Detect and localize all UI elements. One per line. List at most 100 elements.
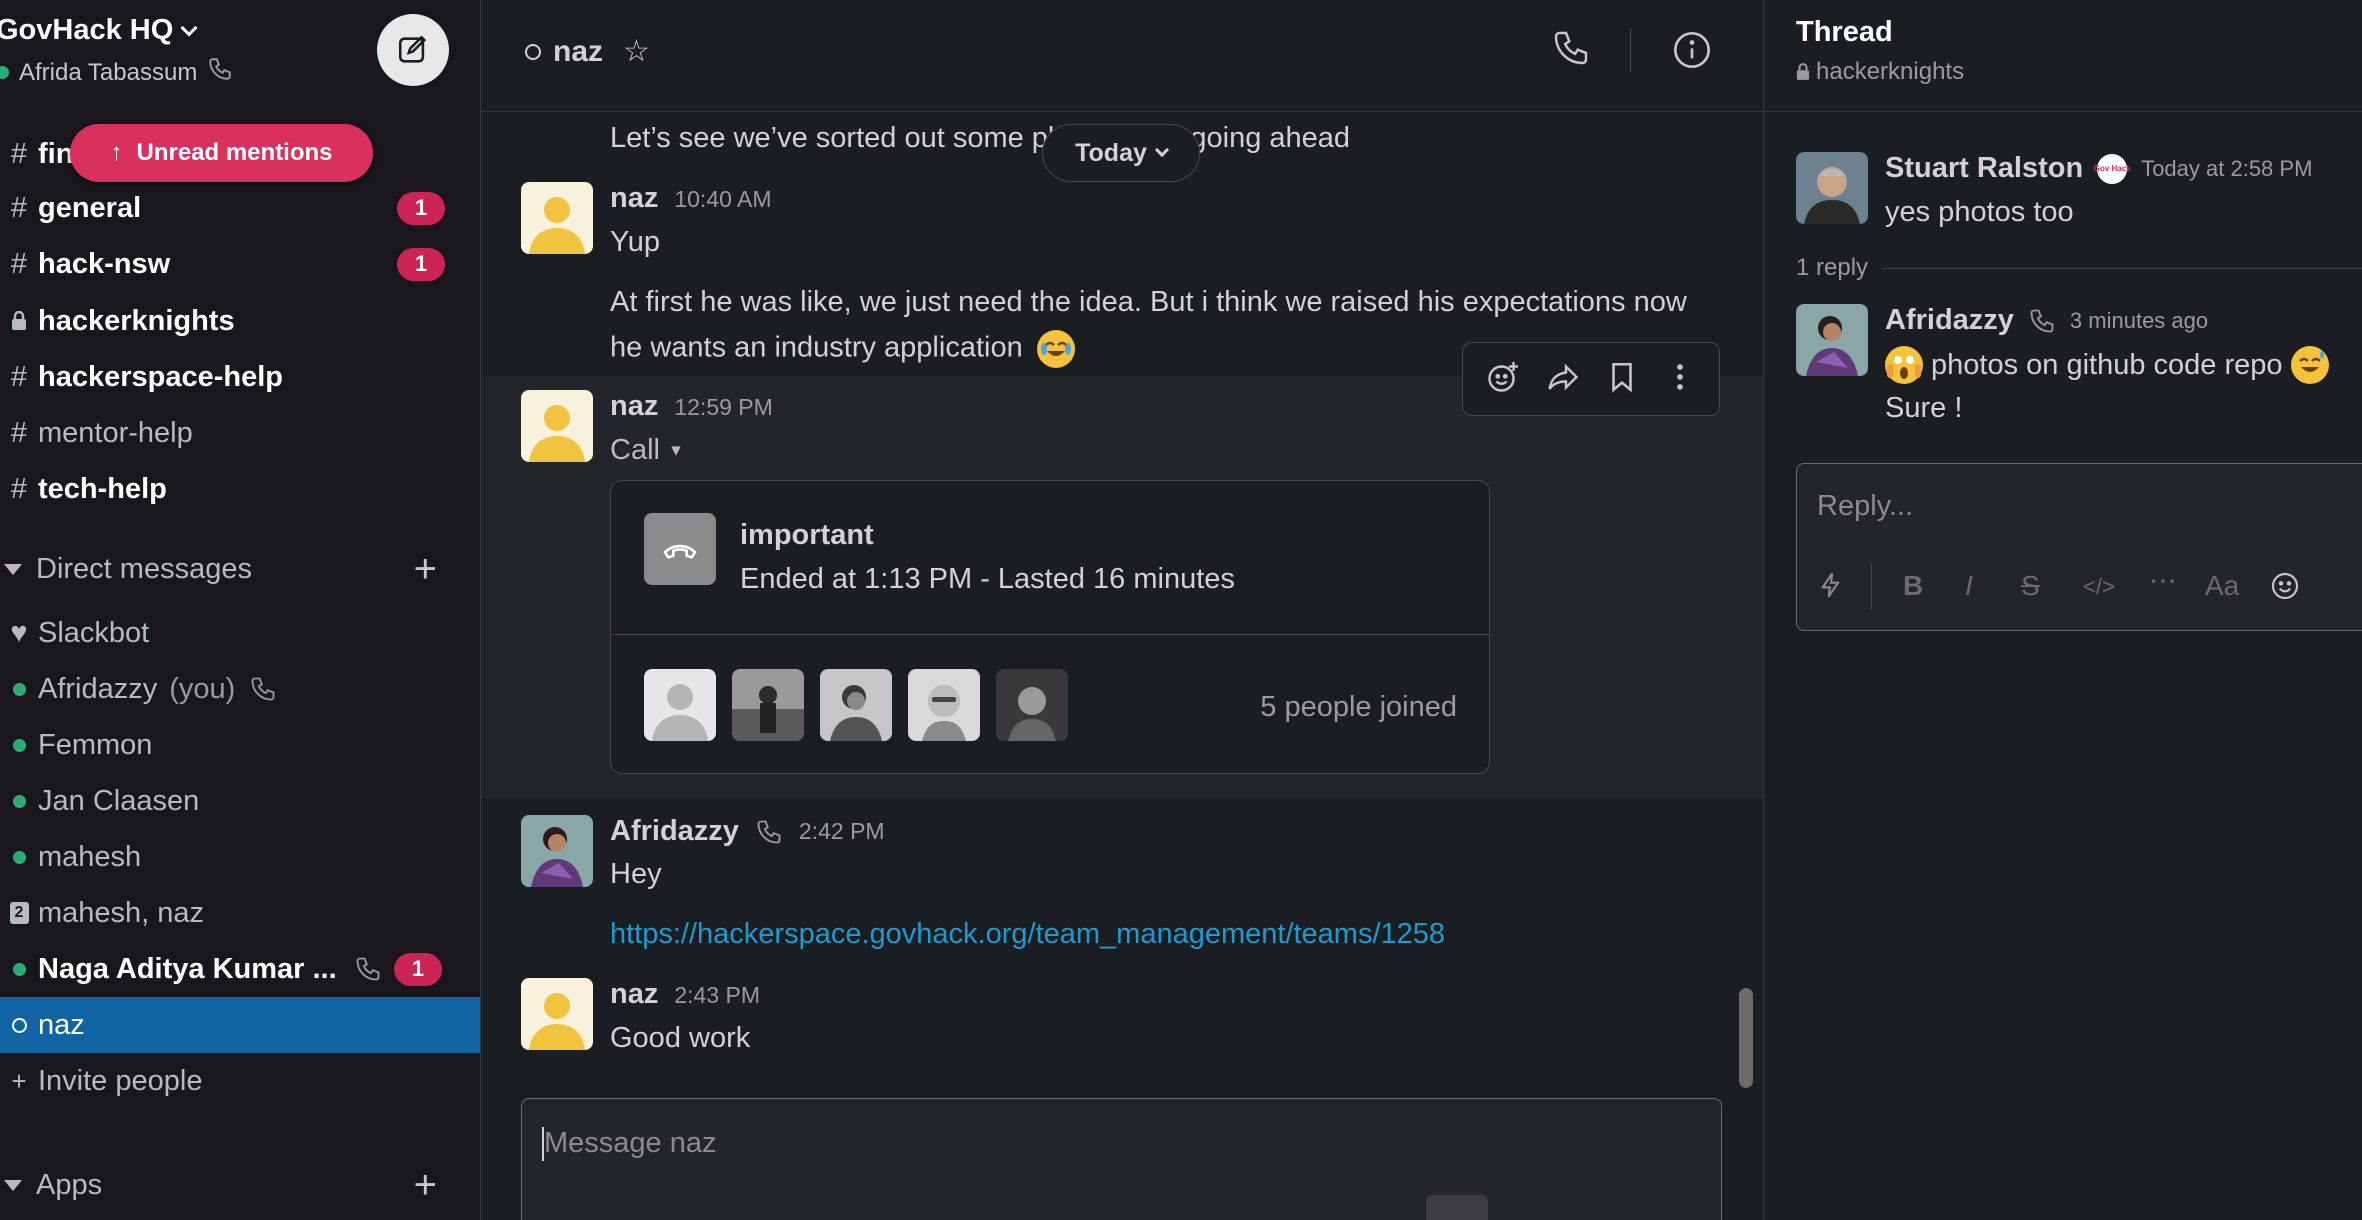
message-text: Hey: [610, 858, 662, 890]
add-reaction-icon[interactable]: [1485, 359, 1521, 400]
direct-messages-header[interactable]: Direct messages +: [0, 541, 480, 597]
sidebar-item-mahesh[interactable]: mahesh: [0, 829, 480, 885]
message-text-line: he wants an industry application: [610, 331, 1023, 364]
workspace-name[interactable]: GovHack HQ: [0, 14, 198, 47]
emoji-icon[interactable]: [2269, 570, 2301, 609]
share-icon[interactable]: [1545, 359, 1581, 400]
sidebar-item-hackerknights[interactable]: hackerknights: [0, 293, 480, 349]
message-header: Stuart Ralston Gov Hack Today at 2:58 PM: [1885, 152, 2312, 185]
formatting-icon[interactable]: ⋯: [2149, 564, 2177, 597]
sidebar-item-general[interactable]: # general 1: [0, 180, 480, 236]
message-author[interactable]: Afridazzy: [1885, 304, 2014, 337]
message-timestamp[interactable]: Today at 2:58 PM: [2141, 156, 2312, 182]
reply-composer[interactable]: Reply... B I S </> ⋯ Aa: [1796, 463, 2362, 631]
lock-icon: [1796, 63, 1810, 80]
unread-badge: 1: [394, 952, 442, 986]
presence-away-dot: [525, 43, 541, 60]
plus-icon[interactable]: +: [414, 1163, 437, 1208]
participant-avatar[interactable]: [908, 669, 980, 741]
call-dropdown[interactable]: Call ▼: [610, 434, 684, 467]
sidebar-item-hackerspace-help[interactable]: # hackerspace-help: [0, 349, 480, 405]
group-count-icon: 2: [0, 902, 38, 924]
more-icon[interactable]: [1663, 360, 1697, 399]
toolbar-divider: [1871, 564, 1872, 610]
participant-avatar[interactable]: [996, 669, 1068, 741]
avatar[interactable]: [521, 978, 593, 1050]
sidebar-item-jan-claasen[interactable]: Jan Claasen: [0, 773, 480, 829]
phone-icon: [2028, 307, 2056, 335]
details-button[interactable]: [1672, 30, 1712, 75]
sidebar-item-mentor-help[interactable]: # mentor-help: [0, 405, 480, 461]
message-input-placeholder: Message naz: [544, 1127, 717, 1159]
avatar[interactable]: [521, 815, 593, 887]
message-composer[interactable]: Message naz: [521, 1098, 1722, 1220]
send-button[interactable]: [1426, 1195, 1488, 1220]
sidebar-item-tech-help[interactable]: # tech-help: [0, 461, 480, 517]
shortcuts-icon[interactable]: [1817, 570, 1845, 607]
message-author[interactable]: Afridazzy: [610, 815, 739, 848]
invite-people-button[interactable]: + Invite people: [0, 1053, 480, 1109]
message-author[interactable]: naz: [610, 978, 658, 1011]
lock-icon: [0, 311, 38, 331]
formatting-toolbar: B I S </> ⋯ Aa: [1797, 564, 2362, 614]
date-divider-label: Today: [1075, 138, 1147, 167]
strike-icon[interactable]: S: [2021, 570, 2040, 602]
phone-icon: [207, 56, 233, 89]
message-header: naz 12:59 PM: [610, 390, 773, 423]
message-text: yes photos too: [1885, 196, 2074, 228]
message-timestamp[interactable]: 10:40 AM: [674, 186, 771, 213]
phone-icon: [249, 675, 277, 703]
text-style-icon[interactable]: Aa: [2205, 570, 2239, 602]
avatar[interactable]: [1796, 304, 1868, 376]
code-icon[interactable]: </>: [2083, 574, 2115, 600]
current-user[interactable]: Afrida Tabassum: [0, 56, 233, 89]
bookmark-icon[interactable]: [1605, 360, 1639, 399]
message-text: At first he was like, we just need the i…: [610, 286, 1687, 318]
apps-header[interactable]: Apps +: [0, 1157, 480, 1213]
participants-count[interactable]: 5 people joined: [1260, 691, 1457, 724]
caret-down-icon: ▼: [668, 442, 684, 460]
scrollbar-thumb[interactable]: [1739, 988, 1753, 1088]
govhack-badge-icon: Gov Hack: [2094, 153, 2131, 184]
compose-button[interactable]: [377, 14, 449, 86]
avatar[interactable]: [521, 182, 593, 254]
message-author[interactable]: naz: [610, 390, 658, 423]
avatar[interactable]: [1796, 152, 1868, 224]
sidebar-item-naz[interactable]: naz: [0, 997, 480, 1053]
message-text-line: photos on github code repo: [1931, 348, 2283, 381]
message-timestamp[interactable]: 3 minutes ago: [2070, 308, 2208, 334]
participant-avatar[interactable]: [820, 669, 892, 741]
presence-dot: [0, 66, 9, 79]
star-icon[interactable]: ☆: [623, 34, 650, 69]
message-author[interactable]: naz: [610, 182, 658, 215]
message-link[interactable]: https://hackerspace.govhack.org/team_man…: [610, 918, 1445, 951]
sidebar-item-slackbot[interactable]: ♥ Slackbot: [0, 605, 480, 661]
participant-avatar[interactable]: [644, 669, 716, 741]
conversation-title[interactable]: naz ☆: [525, 34, 650, 69]
plus-icon[interactable]: +: [414, 547, 437, 592]
message-timestamp[interactable]: 2:42 PM: [799, 818, 885, 845]
message-author[interactable]: Stuart Ralston: [1885, 152, 2083, 185]
avatar[interactable]: [521, 390, 593, 462]
sidebar-item-femmon[interactable]: Femmon: [0, 717, 480, 773]
sidebar-item-hack-nsw[interactable]: # hack-nsw 1: [0, 236, 480, 292]
thread-pane: Thread hackerknights Stuart Ralston Gov …: [1763, 0, 2362, 1220]
sidebar-item-afridazzy[interactable]: Afridazzy (you): [0, 661, 480, 717]
participant-avatar[interactable]: [732, 669, 804, 741]
hash-icon: #: [10, 472, 28, 505]
thread-channel-link[interactable]: hackerknights: [1796, 58, 1964, 86]
presence-away-dot: [0, 1017, 38, 1033]
bold-icon[interactable]: B: [1903, 570, 1923, 602]
call-button[interactable]: [1551, 28, 1591, 73]
message-header: Afridazzy 3 minutes ago: [1885, 304, 2208, 337]
presence-dot: [0, 738, 38, 752]
sidebar-item-mahesh-naz[interactable]: 2 mahesh, naz: [0, 885, 480, 941]
sidebar-item-naga-aditya[interactable]: Naga Aditya Kumar ... 1: [0, 941, 480, 997]
italic-icon[interactable]: I: [1965, 570, 1973, 602]
call-title: important: [740, 519, 874, 551]
message-timestamp[interactable]: 12:59 PM: [674, 394, 772, 421]
message-timestamp[interactable]: 2:43 PM: [674, 982, 760, 1009]
unread-mentions-button[interactable]: ↑ Unread mentions: [70, 124, 373, 182]
date-divider-button[interactable]: Today: [1042, 124, 1200, 182]
divider: [611, 634, 1489, 635]
